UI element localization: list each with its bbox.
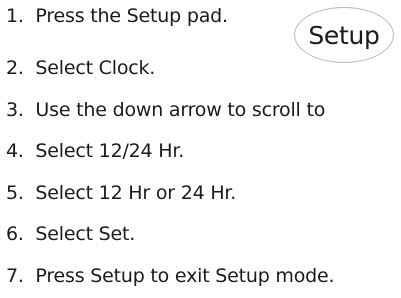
- step-5: 5. Select 12 Hr or 24 Hr.: [6, 181, 236, 205]
- step-6: 6. Select Set.: [6, 222, 135, 246]
- step-number: 3.: [6, 99, 30, 121]
- step-text: Select Clock.: [35, 57, 156, 79]
- step-2: 2. Select Clock.: [6, 56, 155, 80]
- step-text: Use the down arrow to scroll to: [35, 99, 326, 121]
- step-3: 3. Use the down arrow to scroll to: [6, 98, 325, 122]
- step-number: 5.: [6, 182, 30, 204]
- setup-pad-illustration: Setup: [294, 7, 394, 63]
- step-text: Select Set.: [35, 223, 136, 245]
- step-text: Press the Setup pad.: [35, 5, 228, 27]
- step-text: Select 12 Hr or 24 Hr.: [35, 182, 237, 204]
- step-number: 1.: [6, 5, 30, 27]
- step-7: 7. Press Setup to exit Setup mode.: [6, 264, 335, 288]
- setup-pad-label: Setup: [308, 20, 380, 50]
- step-number: 6.: [6, 223, 30, 245]
- step-text: Select 12/24 Hr.: [35, 140, 185, 162]
- step-4: 4. Select 12/24 Hr.: [6, 139, 184, 163]
- step-text: Press Setup to exit Setup mode.: [35, 265, 335, 287]
- step-number: 7.: [6, 265, 30, 287]
- step-1: 1. Press the Setup pad.: [6, 4, 228, 28]
- step-number: 4.: [6, 140, 30, 162]
- step-number: 2.: [6, 57, 30, 79]
